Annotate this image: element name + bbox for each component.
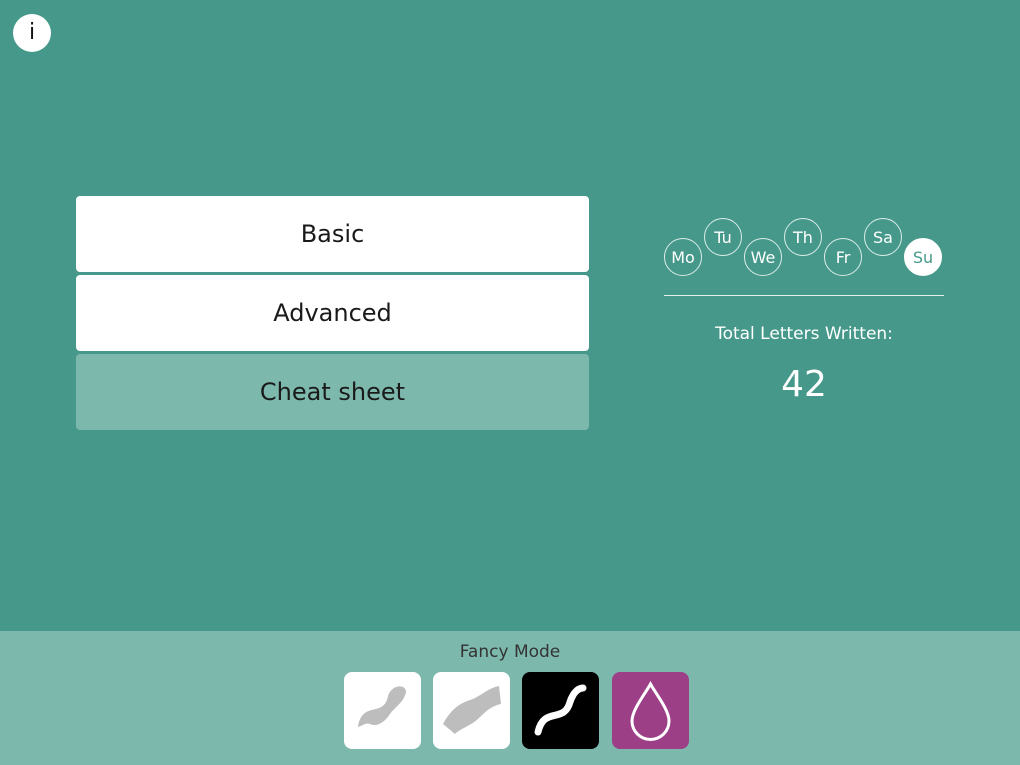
thin-brush-stroke-icon: [358, 686, 406, 727]
day-tuesday[interactable]: Tu: [704, 218, 742, 256]
total-letters-label: Total Letters Written:: [715, 324, 893, 344]
cheat-sheet-button[interactable]: Cheat sheet: [76, 354, 589, 430]
level-menu: Basic Advanced Cheat sheet: [76, 196, 589, 433]
week-day-selector: Mo Tu We Th Fr Sa Su: [664, 218, 944, 280]
day-saturday[interactable]: Sa: [864, 218, 902, 256]
fancy-mode-bar: Fancy Mode: [0, 631, 1020, 765]
smooth-pen-tool-button[interactable]: [522, 672, 599, 749]
stats-divider: [664, 295, 944, 296]
advanced-button[interactable]: Advanced: [76, 275, 589, 351]
day-thursday[interactable]: Th: [784, 218, 822, 256]
day-wednesday[interactable]: We: [744, 238, 782, 276]
ink-drop-tool-button[interactable]: [612, 672, 689, 749]
basic-button[interactable]: Basic: [76, 196, 589, 272]
flat-brush-stroke-icon: [443, 686, 501, 734]
thin-brush-tool-button[interactable]: [344, 672, 421, 749]
day-monday[interactable]: Mo: [664, 238, 702, 276]
info-button[interactable]: i: [13, 14, 51, 52]
day-sunday[interactable]: Su: [904, 238, 942, 276]
fancy-mode-label: Fancy Mode: [459, 642, 561, 662]
flat-brush-tool-button[interactable]: [433, 672, 510, 749]
smooth-pen-stroke-icon: [534, 684, 587, 736]
total-letters-count: 42: [781, 364, 827, 405]
ink-drop-icon: [630, 680, 671, 741]
day-friday[interactable]: Fr: [824, 238, 862, 276]
